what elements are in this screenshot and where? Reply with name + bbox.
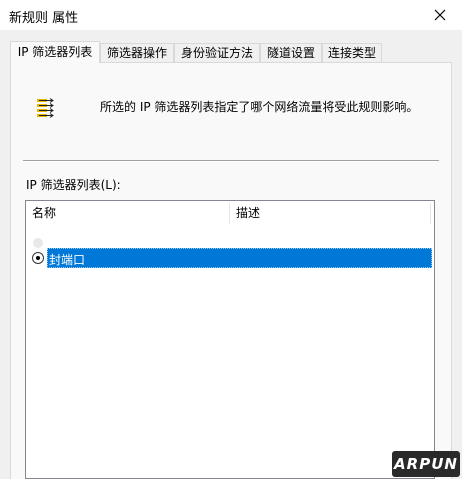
close-icon	[434, 9, 446, 21]
row-selection-highlight	[47, 248, 432, 268]
title-bar: 新规则 属性	[0, 0, 462, 30]
column-header-description[interactable]: 描述	[230, 201, 430, 226]
column-header-name[interactable]: 名称	[26, 201, 229, 226]
separator-line	[23, 160, 439, 162]
window-title: 新规则 属性	[9, 11, 79, 26]
tab-filter-action[interactable]: 筛选器操作	[100, 43, 174, 62]
list-header: 名称 描述	[26, 201, 434, 226]
tab-ip-filter-list[interactable]: IP 筛选器列表	[10, 41, 100, 63]
column-separator[interactable]	[430, 203, 431, 224]
ip-filter-listview[interactable]: 名称 描述 封端口	[25, 200, 435, 479]
filter-radio-button[interactable]	[32, 252, 44, 264]
close-button[interactable]	[418, 0, 462, 30]
tab-authentication-methods[interactable]: 身份验证方法	[174, 43, 260, 62]
panel-description: 所选的 IP 筛选器列表指定了哪个网络流量将受此规则影响。	[100, 100, 419, 114]
tab-tunnel-settings[interactable]: 隧道设置	[260, 43, 322, 62]
ip-filter-list-icon	[37, 98, 54, 118]
tab-connection-type[interactable]: 连接类型	[322, 43, 382, 62]
watermark-logo: ARPUN	[392, 451, 460, 477]
filter-name: 封端口	[49, 253, 86, 267]
list-item[interactable]: 封端口	[26, 248, 434, 268]
placeholder-radio	[33, 238, 43, 248]
ip-filter-list-label: IP 筛选器列表(L):	[26, 178, 121, 192]
